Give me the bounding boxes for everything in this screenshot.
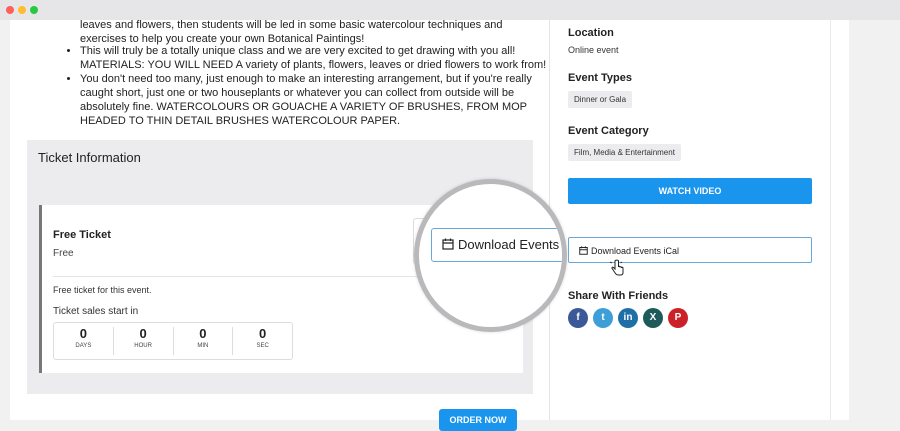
countdown-minutes: 0 MIN: [174, 327, 234, 355]
countdown-seconds-label: SEC: [256, 343, 269, 349]
ticket-price: Free: [53, 248, 74, 259]
twitter-icon[interactable]: t: [593, 308, 613, 328]
ticket-sales-label: Ticket sales start in: [53, 306, 139, 317]
description-list: This will truly be a totally unique clas…: [66, 44, 550, 128]
countdown-seconds: 0 SEC: [233, 327, 292, 355]
minimize-window-button[interactable]: [18, 6, 26, 14]
share-buttons: f t in X P: [568, 308, 688, 328]
share-title: Share With Friends: [568, 290, 669, 302]
location-value: Online event: [568, 45, 619, 55]
right-gutter: [830, 20, 849, 420]
countdown-seconds-value: 0: [259, 326, 267, 341]
pinterest-icon[interactable]: P: [668, 308, 688, 328]
order-now-button[interactable]: ORDER NOW: [439, 409, 517, 431]
xing-icon[interactable]: X: [643, 308, 663, 328]
event-types-title: Event Types: [568, 72, 632, 84]
download-ical-label: Download Events iCal: [591, 246, 680, 256]
countdown-minutes-label: MIN: [197, 343, 209, 349]
event-category-tag[interactable]: Film, Media & Entertainment: [568, 144, 681, 161]
hand-pointer-cursor-icon: [609, 259, 624, 276]
location-title: Location: [568, 27, 614, 39]
close-window-button[interactable]: [6, 6, 14, 14]
calendar-icon: [579, 246, 588, 255]
countdown-days-value: 0: [79, 326, 87, 341]
linkedin-icon[interactable]: in: [618, 308, 638, 328]
description-lead: leaves and flowers, then students will b…: [80, 19, 503, 45]
countdown-days: 0 DAYS: [54, 327, 114, 355]
watch-video-button[interactable]: WATCH VIDEO: [568, 178, 812, 204]
facebook-icon[interactable]: f: [568, 308, 588, 328]
download-ical-button[interactable]: Download Events iCal: [568, 237, 812, 263]
magnified-download-ical-button: Download Events iCal: [431, 228, 566, 262]
ticket-section-title: Ticket Information: [38, 150, 141, 165]
countdown-hours-value: 0: [139, 326, 147, 341]
zoom-magnifier: Download Events iCal: [414, 179, 567, 332]
ticket-name: Free Ticket: [53, 229, 111, 241]
description-bullet: You don't need too many, just enough to …: [80, 72, 550, 128]
countdown-minutes-value: 0: [199, 326, 207, 341]
countdown-hours: 0 HOUR: [114, 327, 174, 355]
countdown-days-label: DAYS: [75, 343, 92, 349]
magnified-button-label: Download Events iCal: [458, 237, 566, 252]
description-bullet: This will truly be a totally unique clas…: [80, 44, 550, 72]
calendar-icon: [442, 238, 454, 250]
event-category-title: Event Category: [568, 125, 649, 137]
maximize-window-button[interactable]: [30, 6, 38, 14]
countdown-timer: 0 DAYS 0 HOUR 0 MIN 0 SEC: [53, 322, 293, 360]
countdown-hours-label: HOUR: [134, 343, 152, 349]
window-titlebar: [0, 0, 900, 20]
event-type-tag[interactable]: Dinner or Gala: [568, 91, 633, 108]
ticket-note: Free ticket for this event.: [53, 285, 152, 295]
